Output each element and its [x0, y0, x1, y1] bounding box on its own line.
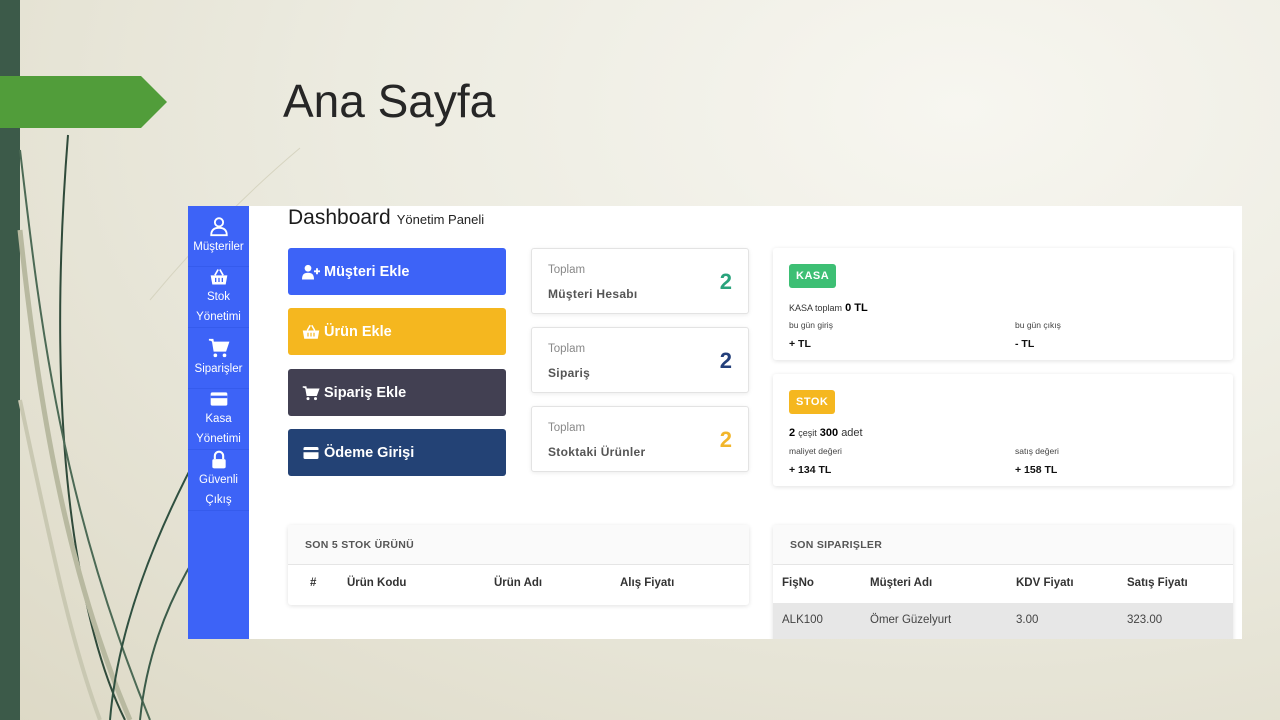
table-cell: 323.00	[1127, 614, 1163, 626]
sidebar-item-label: Güvenli Çıkış	[199, 474, 238, 506]
add-customer-label: Müşteri Ekle	[324, 263, 410, 280]
column-header[interactable]: FişNo	[782, 577, 814, 589]
recent-stock-table: SON 5 STOK ÜRÜNÜ # Ürün Kodu Ürün Adı Al…	[288, 525, 749, 605]
cart-icon	[208, 338, 229, 358]
cash-out-label: bu gün çıkış	[1015, 320, 1061, 330]
column-header[interactable]: Satış Fiyatı	[1127, 577, 1188, 589]
stat-value: 2	[719, 427, 732, 452]
sidebar-item-label: Kasa Yönetimi	[196, 413, 241, 445]
stock-cost-value: + 134 TL	[789, 464, 832, 476]
column-header[interactable]: KDV Fiyatı	[1016, 577, 1074, 589]
stat-caption: Toplam	[548, 264, 586, 276]
cash-summary-card: KASA KASA toplam 0 TL bu gün giriş bu gü…	[773, 248, 1233, 360]
credit-card-icon	[210, 392, 227, 406]
table-header-row: FişNo Müşteri Adı KDV Fiyatı Satış Fiyat…	[773, 565, 1233, 603]
column-header[interactable]: Alış Fiyatı	[620, 577, 674, 589]
dashboard-screenshot: Müşteriler Stok Yönetimi Siparişler Kasa…	[188, 206, 1242, 639]
page-title: Dashboard	[288, 206, 391, 229]
stock-count-value: 2	[789, 427, 796, 439]
stock-qty-value: 300	[819, 427, 839, 439]
stat-value: 2	[719, 348, 732, 373]
cash-in-value: + TL	[789, 338, 811, 350]
stat-caption: Toplam	[548, 343, 586, 355]
stock-sale-label: satış değeri	[1015, 446, 1059, 456]
table-header-row: # Ürün Kodu Ürün Adı Alış Fiyatı	[288, 565, 749, 603]
cash-total-value: 0 TL	[845, 302, 868, 314]
cash-total: KASA toplam 0 TL	[789, 302, 868, 314]
stat-name: Stoktaki Ürünler	[548, 445, 646, 459]
cart-icon	[302, 385, 320, 400]
stat-name: Müşteri Hesabı	[548, 287, 638, 301]
stock-summary-card: STOK 2 çeşit 300 adet maliyet değeri sat…	[773, 374, 1233, 486]
add-product-label: Ürün Ekle	[324, 323, 392, 340]
dashboard-header: Dashboard Yönetim Paneli	[288, 206, 484, 234]
page-subtitle: Yönetim Paneli	[396, 212, 485, 227]
column-header[interactable]: Ürün Kodu	[347, 577, 406, 589]
basket-icon	[210, 269, 227, 285]
sidebar-item-cash[interactable]: Kasa Yönetimi	[188, 389, 249, 450]
stat-card-customers: Toplam Müşteri Hesabı 2	[531, 248, 749, 314]
cash-in-label: bu gün giriş	[789, 320, 833, 330]
recent-stock-title: SON 5 STOK ÜRÜNÜ	[288, 525, 749, 565]
table-cell: 3.00	[1016, 614, 1039, 626]
stock-qty-label: adet	[841, 427, 863, 439]
sidebar-item-label: Siparişler	[194, 363, 243, 375]
sidebar-item-orders[interactable]: Siparişler	[188, 328, 249, 389]
sidebar-item-label: Stok Yönetimi	[196, 291, 241, 323]
stat-card-stock: Toplam Stoktaki Ürünler 2	[531, 406, 749, 472]
payment-entry-label: Ödeme Girişi	[324, 444, 415, 461]
credit-card-icon	[303, 446, 319, 459]
stat-name: Sipariş	[548, 366, 591, 380]
table-cell: Ömer Güzelyurt	[870, 614, 952, 626]
stat-caption: Toplam	[548, 422, 586, 434]
payment-entry-button[interactable]: Ödeme Girişi	[288, 429, 506, 476]
add-order-label: Sipariş Ekle	[324, 384, 407, 401]
stock-badge: STOK	[789, 390, 836, 414]
user-icon	[209, 217, 228, 237]
sidebar-item-label: Müşteriler	[193, 241, 244, 253]
stock-sale-value: + 158 TL	[1015, 464, 1058, 476]
recent-orders-title: SON SIPARIŞLER	[773, 525, 1233, 565]
cash-total-label: KASA toplam	[789, 303, 843, 313]
table-row[interactable]: ALK100 Ömer Güzelyurt 3.00 323.00	[773, 603, 1233, 639]
stat-card-orders: Toplam Sipariş 2	[531, 327, 749, 393]
column-header[interactable]: #	[310, 577, 316, 589]
table-cell: ALK100	[782, 614, 823, 626]
stat-value: 2	[719, 269, 732, 294]
column-header[interactable]: Müşteri Adı	[870, 577, 932, 589]
add-customer-button[interactable]: Müşteri Ekle	[288, 248, 506, 295]
slide-title: Ana Sayfa	[283, 75, 496, 127]
basket-icon	[302, 324, 320, 339]
sidebar-item-customers[interactable]: Müşteriler	[188, 206, 249, 267]
column-header[interactable]: Ürün Adı	[494, 577, 542, 589]
user-plus-icon	[302, 264, 320, 279]
add-order-button[interactable]: Sipariş Ekle	[288, 369, 506, 416]
cash-badge: KASA	[789, 264, 837, 288]
sidebar-item-stock[interactable]: Stok Yönetimi	[188, 267, 249, 328]
sidebar-item-logout[interactable]: Güvenli Çıkış	[188, 450, 249, 511]
lock-icon	[211, 450, 226, 469]
add-product-button[interactable]: Ürün Ekle	[288, 308, 506, 355]
stock-count: 2 çeşit 300 adet	[789, 427, 863, 439]
stock-count-label: çeşit	[798, 428, 817, 438]
cash-out-value: - TL	[1015, 338, 1035, 350]
stock-cost-label: maliyet değeri	[789, 446, 842, 456]
sidebar: Müşteriler Stok Yönetimi Siparişler Kasa…	[188, 206, 249, 639]
green-arrow-shape	[0, 76, 167, 128]
recent-orders-table: SON SIPARIŞLER FişNo Müşteri Adı KDV Fiy…	[773, 525, 1233, 639]
